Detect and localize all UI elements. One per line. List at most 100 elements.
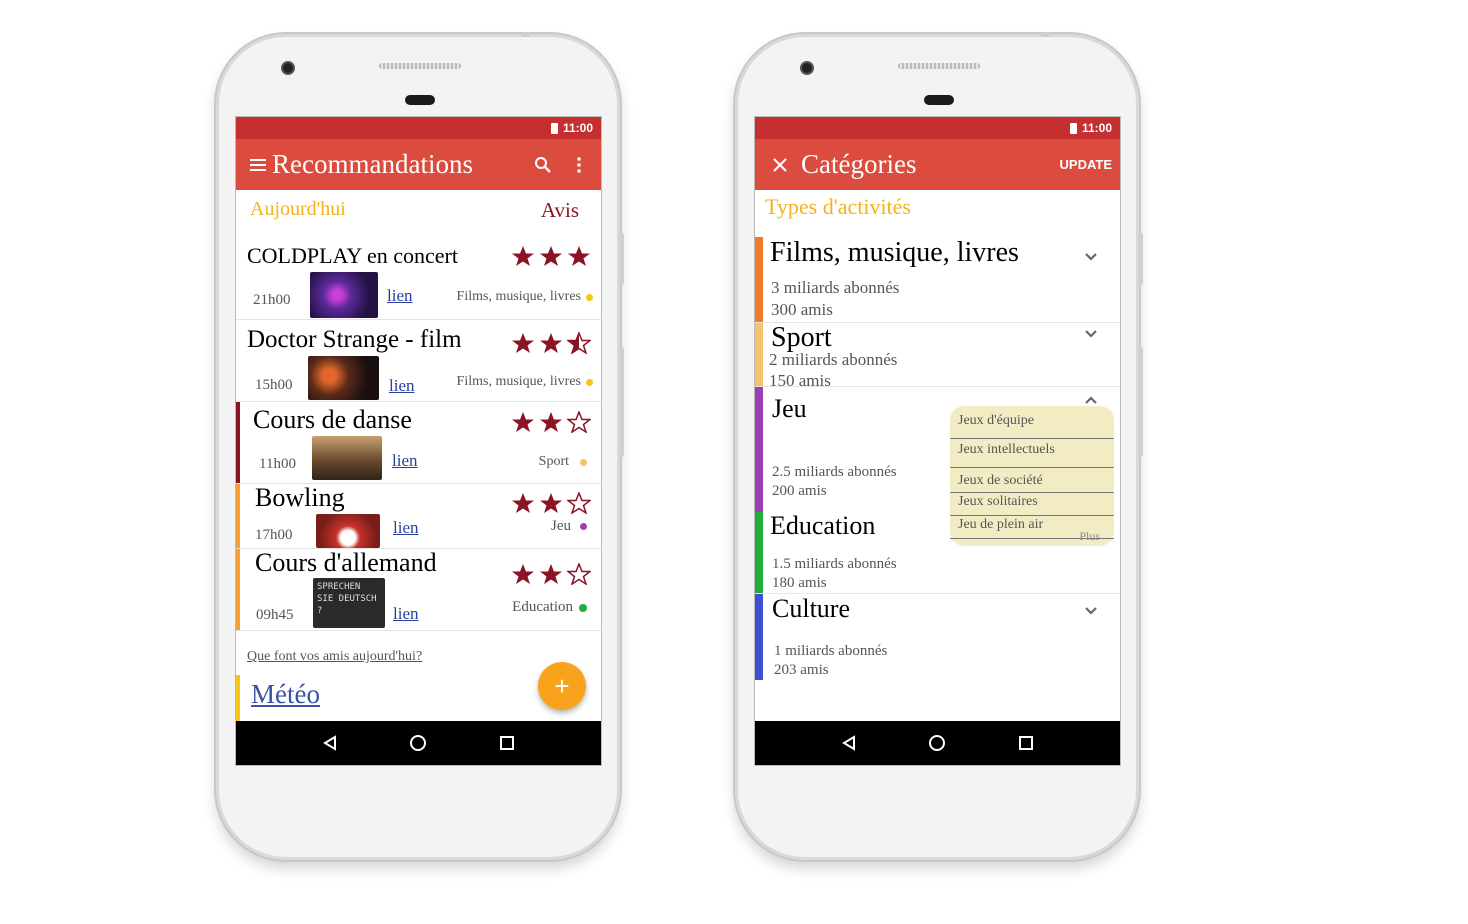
category-subscribers: 1.5 miliards abonnés (772, 556, 897, 572)
more-vert-icon[interactable] (576, 156, 582, 174)
recents-icon[interactable] (499, 735, 515, 751)
status-bar: 11:00 (755, 117, 1120, 139)
recommendation-name: Bowling (255, 483, 345, 512)
home-icon[interactable] (409, 734, 427, 752)
category-subscribers: 3 miliards abonnés (771, 278, 900, 297)
meteo-accent-bar (236, 675, 240, 723)
recommendation-link[interactable]: lien (393, 518, 419, 538)
recommendation-time: 11h00 (259, 456, 296, 472)
category-row[interactable]: Films, musique, livres 3 miliards abonné… (755, 237, 1120, 323)
star-full-icon (512, 246, 534, 266)
bowling-thumbnail[interactable] (316, 514, 380, 548)
category-name: Jeu (772, 394, 807, 423)
chevron-down-icon[interactable] (1084, 327, 1098, 341)
category-label: Education (512, 599, 573, 615)
category-dot (580, 523, 587, 530)
right-phone: 11:00 Catégories UPDATE Types d'activité… (735, 32, 1143, 860)
german-class-thumbnail[interactable]: SPRECHEN SIE DEUTSCH ? (313, 578, 385, 628)
item-accent-bar (236, 484, 240, 548)
item-accent-bar (236, 402, 240, 483)
status-time: 11:00 (562, 121, 593, 135)
recents-icon[interactable] (1018, 735, 1034, 751)
chevron-down-icon[interactable] (1084, 250, 1098, 264)
star-empty-icon (567, 411, 591, 433)
concert-thumbnail[interactable] (310, 272, 378, 318)
recommendation-link[interactable]: lien (392, 451, 418, 471)
back-icon[interactable] (841, 735, 857, 751)
phone-top-button (1041, 32, 1049, 37)
chevron-down-icon[interactable] (1084, 604, 1098, 618)
star-full-icon (568, 246, 590, 266)
category-dot (586, 378, 593, 386)
menu-item-jeux-solitaires[interactable]: Jeux solitaires (950, 493, 1114, 516)
rating-stars (511, 411, 591, 433)
power-button (619, 347, 624, 457)
recommendation-link[interactable]: lien (389, 376, 415, 396)
app-bar: Catégories UPDATE (755, 139, 1120, 190)
recommendation-item[interactable]: Doctor Strange - film 15h00 lien Films, … (236, 320, 601, 402)
update-button[interactable]: UPDATE (1060, 157, 1112, 172)
category-dot (580, 458, 587, 466)
recommendation-link[interactable]: lien (393, 604, 419, 624)
menu-icon[interactable] (250, 158, 266, 171)
star-full-icon (540, 333, 562, 353)
friends-link[interactable]: Que font vos amis aujourd'hui? (247, 649, 422, 665)
star-full-icon (540, 412, 562, 432)
category-friends: 200 amis (772, 483, 827, 499)
home-icon[interactable] (928, 734, 946, 752)
volume-button (1138, 233, 1143, 285)
recommendation-link[interactable]: lien (387, 286, 413, 306)
recommendation-item[interactable]: COLDPLAY en concert 21h00 lien Films, mu… (236, 235, 601, 320)
star-empty-icon (567, 563, 591, 585)
chevron-up-icon[interactable] (1084, 393, 1098, 407)
menu-item-jeux-intellectuels[interactable]: Jeux intellectuels (950, 439, 1114, 468)
movie-thumbnail[interactable] (308, 356, 379, 400)
tab-today[interactable]: Aujourd'hui (250, 198, 346, 235)
recommendation-name: Cours de danse (253, 405, 412, 434)
category-color-bar (755, 594, 763, 680)
category-name: Culture (772, 594, 850, 623)
back-icon[interactable] (322, 735, 338, 751)
speaker-grille (379, 63, 461, 69)
recommendation-category: Jeu (551, 518, 587, 535)
app-title: Recommandations (272, 149, 473, 179)
more-button[interactable]: Plus (1079, 529, 1100, 544)
status-time: 11:00 (1081, 121, 1112, 135)
category-color-bar (755, 512, 763, 593)
recommendation-item[interactable]: Cours de danse 11h00 lien Sport (236, 402, 601, 484)
star-half-icon (567, 332, 591, 354)
tab-bar: Aujourd'hui Avis (236, 190, 601, 235)
category-label: Jeu (551, 518, 571, 534)
meteo-link[interactable]: Météo (251, 679, 320, 710)
jeu-subcategory-menu: Jeux d'équipe Jeux intellectuels Jeux de… (950, 406, 1114, 546)
category-name: Education (770, 511, 876, 540)
category-label: Films, musique, livres (456, 289, 581, 304)
category-subscribers: 2 miliards abonnés (769, 350, 898, 369)
category-row[interactable]: Sport 2 miliards abonnés 150 amis (755, 322, 1120, 390)
category-name: Films, musique, livres (770, 237, 1019, 268)
proximity-sensor (405, 95, 435, 105)
rating-stars (511, 245, 591, 267)
add-button[interactable]: + (538, 662, 586, 710)
search-icon[interactable] (534, 156, 552, 174)
dance-thumbnail[interactable] (312, 436, 382, 480)
recommendation-item[interactable]: Cours d'allemand 09h45 SPRECHEN SIE DEUT… (236, 548, 601, 631)
tab-reviews[interactable]: Avis (541, 198, 579, 235)
rating-stars (511, 332, 591, 354)
recommendation-item[interactable]: Bowling 17h00 lien Jeu (236, 483, 601, 549)
menu-item-jeux-equipe[interactable]: Jeux d'équipe (950, 410, 1114, 439)
star-empty-icon (567, 492, 591, 514)
category-label: Sport (538, 454, 569, 469)
recommendation-time: 21h00 (253, 292, 291, 308)
status-bar: 11:00 (236, 117, 601, 139)
category-subscribers: 1 miliards abonnés (774, 643, 888, 659)
category-row[interactable]: Culture 1 miliards abonnés 203 amis (755, 594, 1120, 680)
item-accent-bar (236, 549, 240, 630)
speaker-grille (898, 63, 980, 69)
app-bar: Recommandations (236, 139, 601, 190)
category-color-bar (755, 323, 763, 386)
left-phone: 11:00 Recommandations Aujourd'hui Avis C… (216, 32, 624, 860)
close-icon[interactable] (773, 157, 787, 172)
menu-item-jeux-societe[interactable]: Jeux de société (950, 468, 1114, 493)
recommendation-time: 15h00 (255, 377, 293, 393)
